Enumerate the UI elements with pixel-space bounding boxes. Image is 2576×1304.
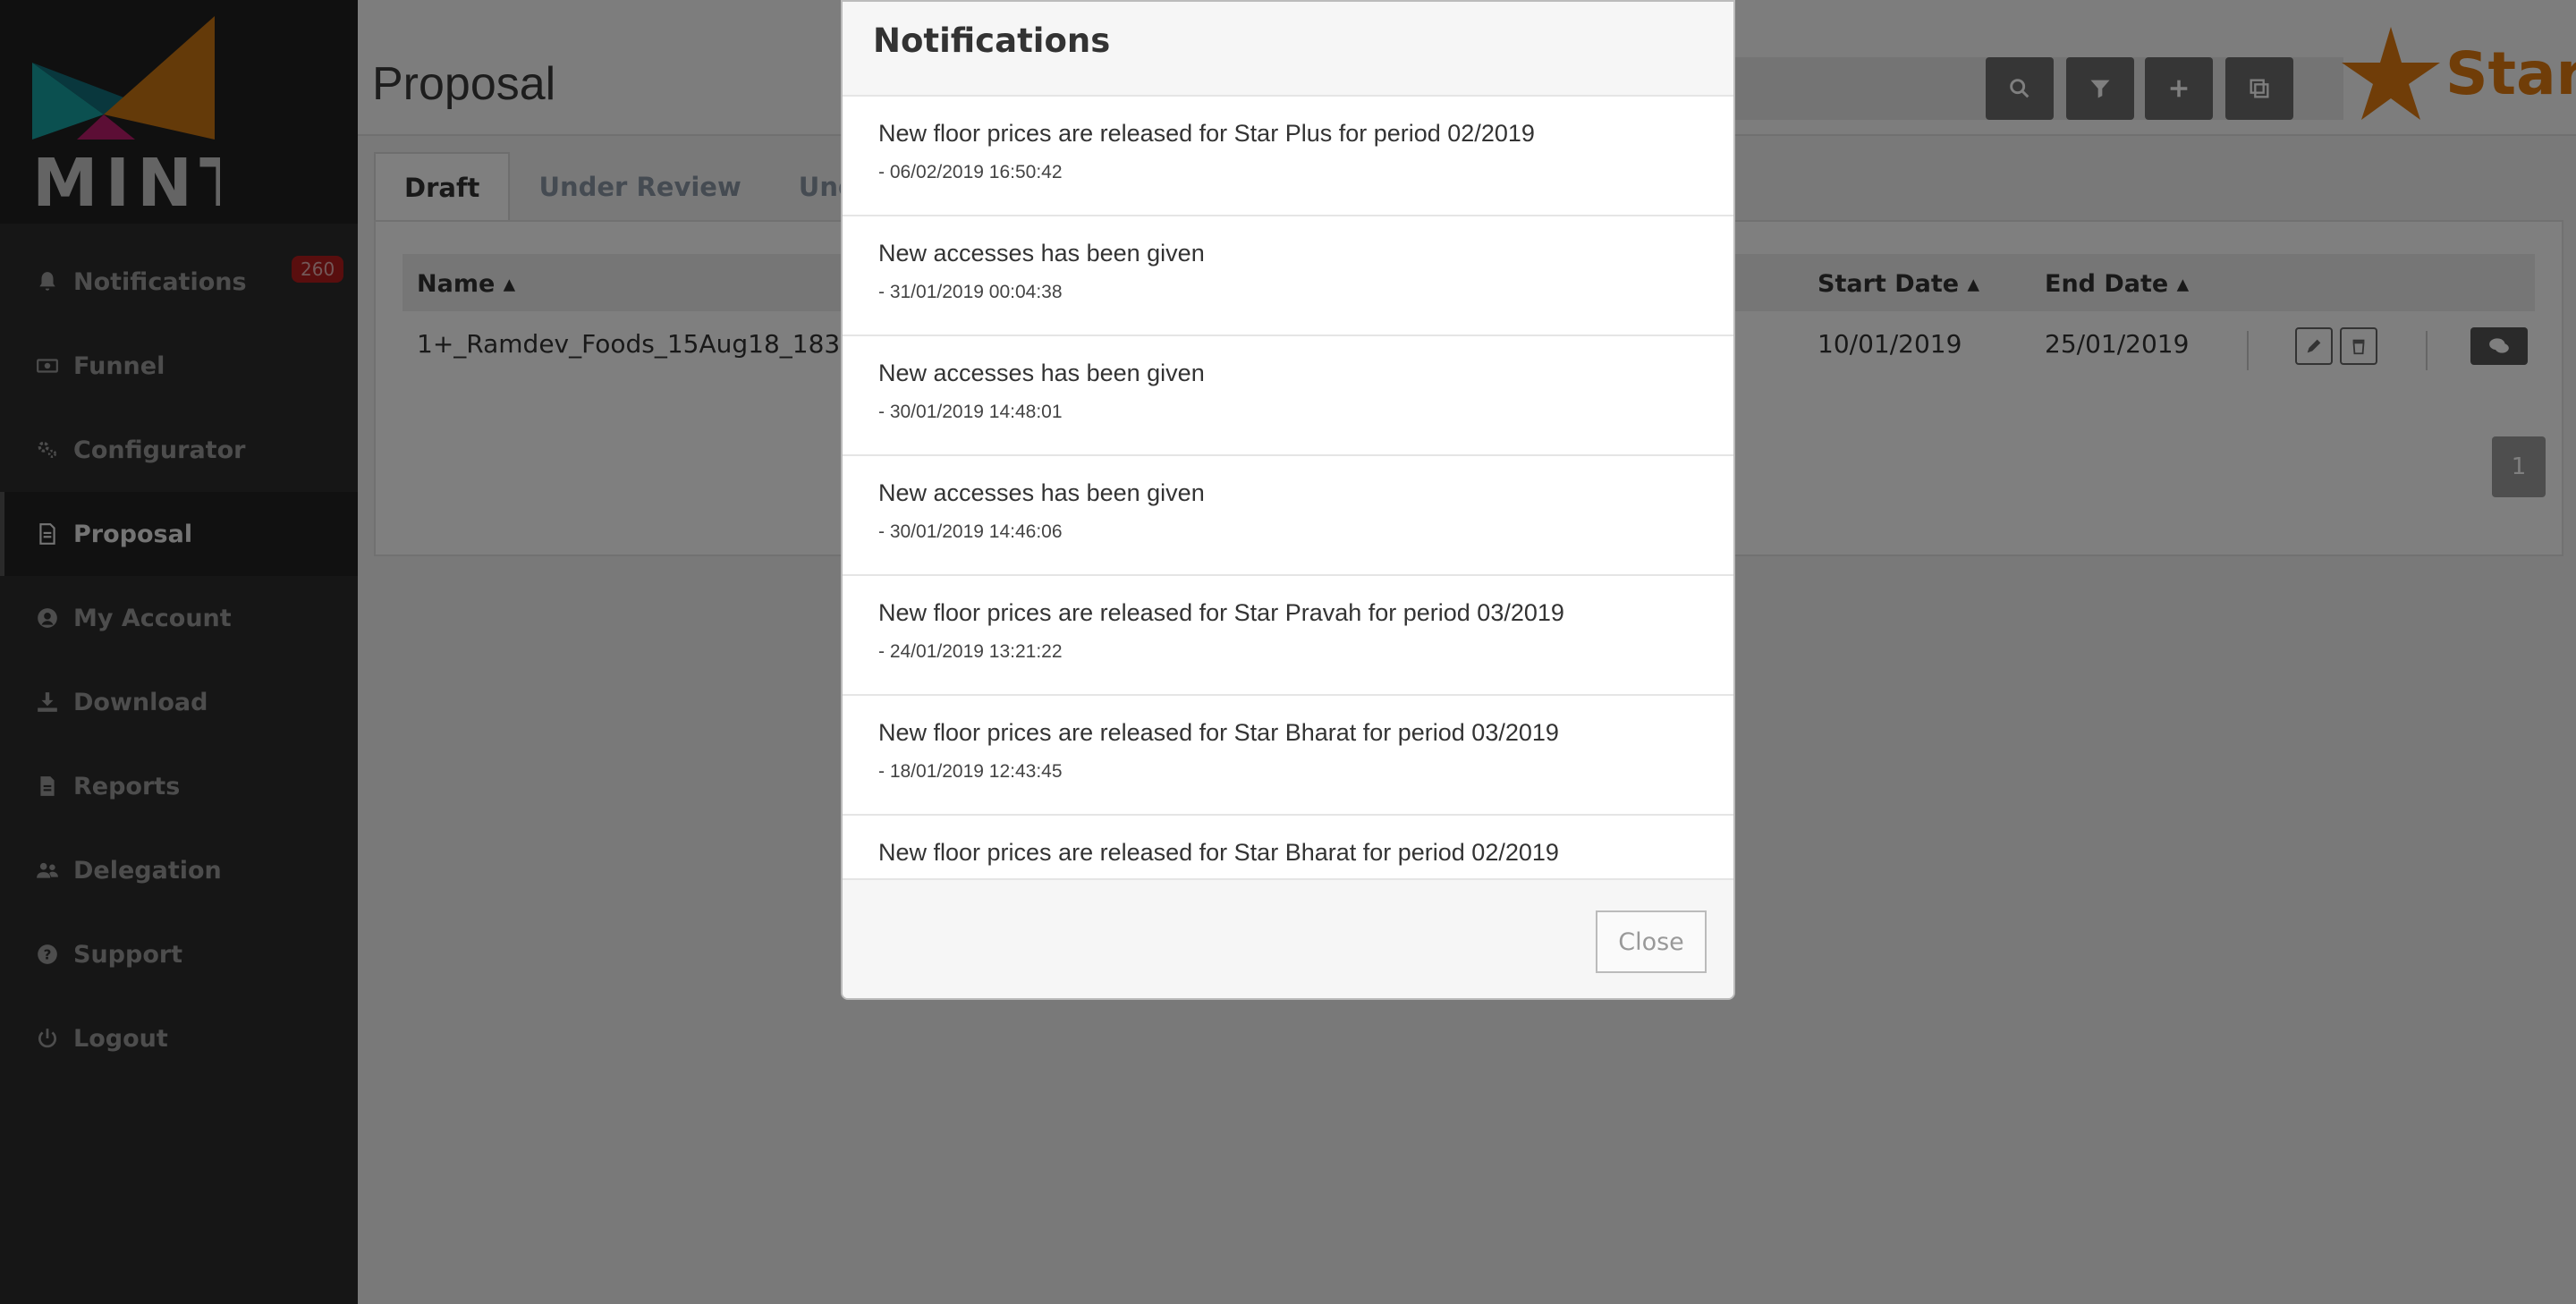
notification-timestamp: - 18/01/2019 12:43:45 bbox=[878, 761, 1063, 782]
notification-item[interactable]: New accesses has been given - 31/01/2019… bbox=[843, 216, 1733, 336]
notification-item[interactable]: New floor prices are released for Star B… bbox=[843, 696, 1733, 816]
notifications-modal: Notifications New floor prices are relea… bbox=[841, 0, 1735, 1000]
modal-header: Notifications bbox=[843, 2, 1733, 97]
notification-message: New accesses has been given bbox=[878, 240, 1205, 267]
close-button[interactable]: Close bbox=[1596, 910, 1707, 973]
notification-item[interactable]: New floor prices are released for Star P… bbox=[843, 576, 1733, 696]
notifications-list[interactable]: New floor prices are released for Star P… bbox=[843, 97, 1733, 878]
notification-item[interactable]: New accesses has been given - 30/01/2019… bbox=[843, 336, 1733, 456]
notification-timestamp: - 30/01/2019 14:48:01 bbox=[878, 402, 1063, 422]
notification-item[interactable]: New floor prices are released for Star B… bbox=[843, 816, 1733, 878]
notification-message: New floor prices are released for Star B… bbox=[878, 839, 1559, 866]
notification-message: New accesses has been given bbox=[878, 479, 1205, 506]
notification-timestamp: - 30/01/2019 14:46:06 bbox=[878, 521, 1063, 542]
notification-message: New accesses has been given bbox=[878, 360, 1205, 386]
notification-timestamp: - 31/01/2019 00:04:38 bbox=[878, 282, 1063, 302]
modal-footer: Close bbox=[843, 878, 1733, 998]
notification-item[interactable]: New accesses has been given - 30/01/2019… bbox=[843, 456, 1733, 576]
notification-timestamp: - 24/01/2019 13:21:22 bbox=[878, 641, 1063, 662]
notification-timestamp: - 06/02/2019 16:50:42 bbox=[878, 162, 1063, 182]
notification-message: New floor prices are released for Star P… bbox=[878, 120, 1535, 147]
notification-message: New floor prices are released for Star P… bbox=[878, 599, 1564, 626]
notification-item[interactable]: New floor prices are released for Star P… bbox=[843, 97, 1733, 216]
notification-message: New floor prices are released for Star B… bbox=[878, 719, 1559, 746]
modal-title: Notifications bbox=[873, 21, 1111, 60]
